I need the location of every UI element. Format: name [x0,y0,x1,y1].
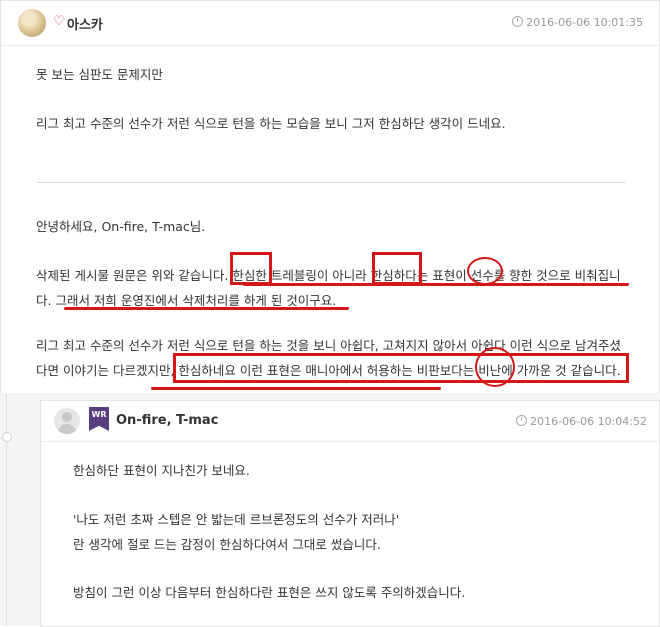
annotation-box [173,353,629,383]
reply-card: WR On-fire, T-mac 2016-06-06 10:04:52 한심… [40,400,660,627]
reply-line: '나도 저런 초짜 스텝은 안 밟는데 르브론정도의 선수가 저러나' [73,512,400,527]
divider [36,182,626,183]
reply-header: WR On-fire, T-mac 2016-06-06 10:04:52 [41,401,659,442]
comment-card: ♡ 아스카 2016-06-06 10:01:35 못 보는 심판도 문제지만 … [0,0,660,394]
quote-line: 리그 최고 수준의 선수가 저런 식으로 턴을 하는 모습을 보니 그저 한심하… [36,116,506,131]
comment-header: ♡ 아스카 2016-06-06 10:01:35 [1,1,659,46]
thread-node-icon [2,432,12,442]
quote-line: 못 보는 심판도 문제지만 [36,67,163,82]
thread-line [6,393,7,626]
timestamp-text: 2016-06-06 10:01:35 [526,16,643,29]
timestamp: 2016-06-06 10:04:52 [516,415,647,428]
annotation-box [230,252,272,285]
avatar-default-icon[interactable] [54,408,80,434]
body-line: 안녕하세요, On-fire, T-mac님. [36,219,206,234]
annotation-underline [151,387,441,390]
annotation-box [372,252,422,285]
timestamp-text: 2016-06-06 10:04:52 [530,415,647,428]
timestamp: 2016-06-06 10:01:35 [512,16,643,29]
author-name[interactable]: On-fire, T-mac [116,413,218,428]
clock-icon [512,16,524,27]
annotation-underline [243,283,629,286]
annotation-circle [475,347,515,387]
writer-badge: WR [89,407,109,431]
annotation-circle [467,257,503,285]
body-line: 삭제된 게시물 원문은 위와 같습니다. 한심한 트레블링이 아니라 한심하다는… [36,268,621,283]
reply-line: 한심하단 표현이 지나친가 보네요. [73,463,250,478]
clock-icon [516,415,528,426]
annotation-underline [64,307,349,310]
author-name[interactable]: 아스카 [67,14,103,33]
body-line: 리그 최고 수준의 선수가 저런 식으로 턴을 하는 것을 보니 아쉽다, 고쳐… [36,338,622,353]
avatar[interactable] [18,9,46,37]
reply-line: 란 생각에 절로 드는 감정이 한심하다여서 그대로 썼습니다. [73,537,381,552]
heart-icon: ♡ [53,14,65,29]
reply-line: 방침이 그런 이상 다음부터 한심하다란 표현은 쓰지 않도록 주의하겠습니다. [73,585,466,600]
